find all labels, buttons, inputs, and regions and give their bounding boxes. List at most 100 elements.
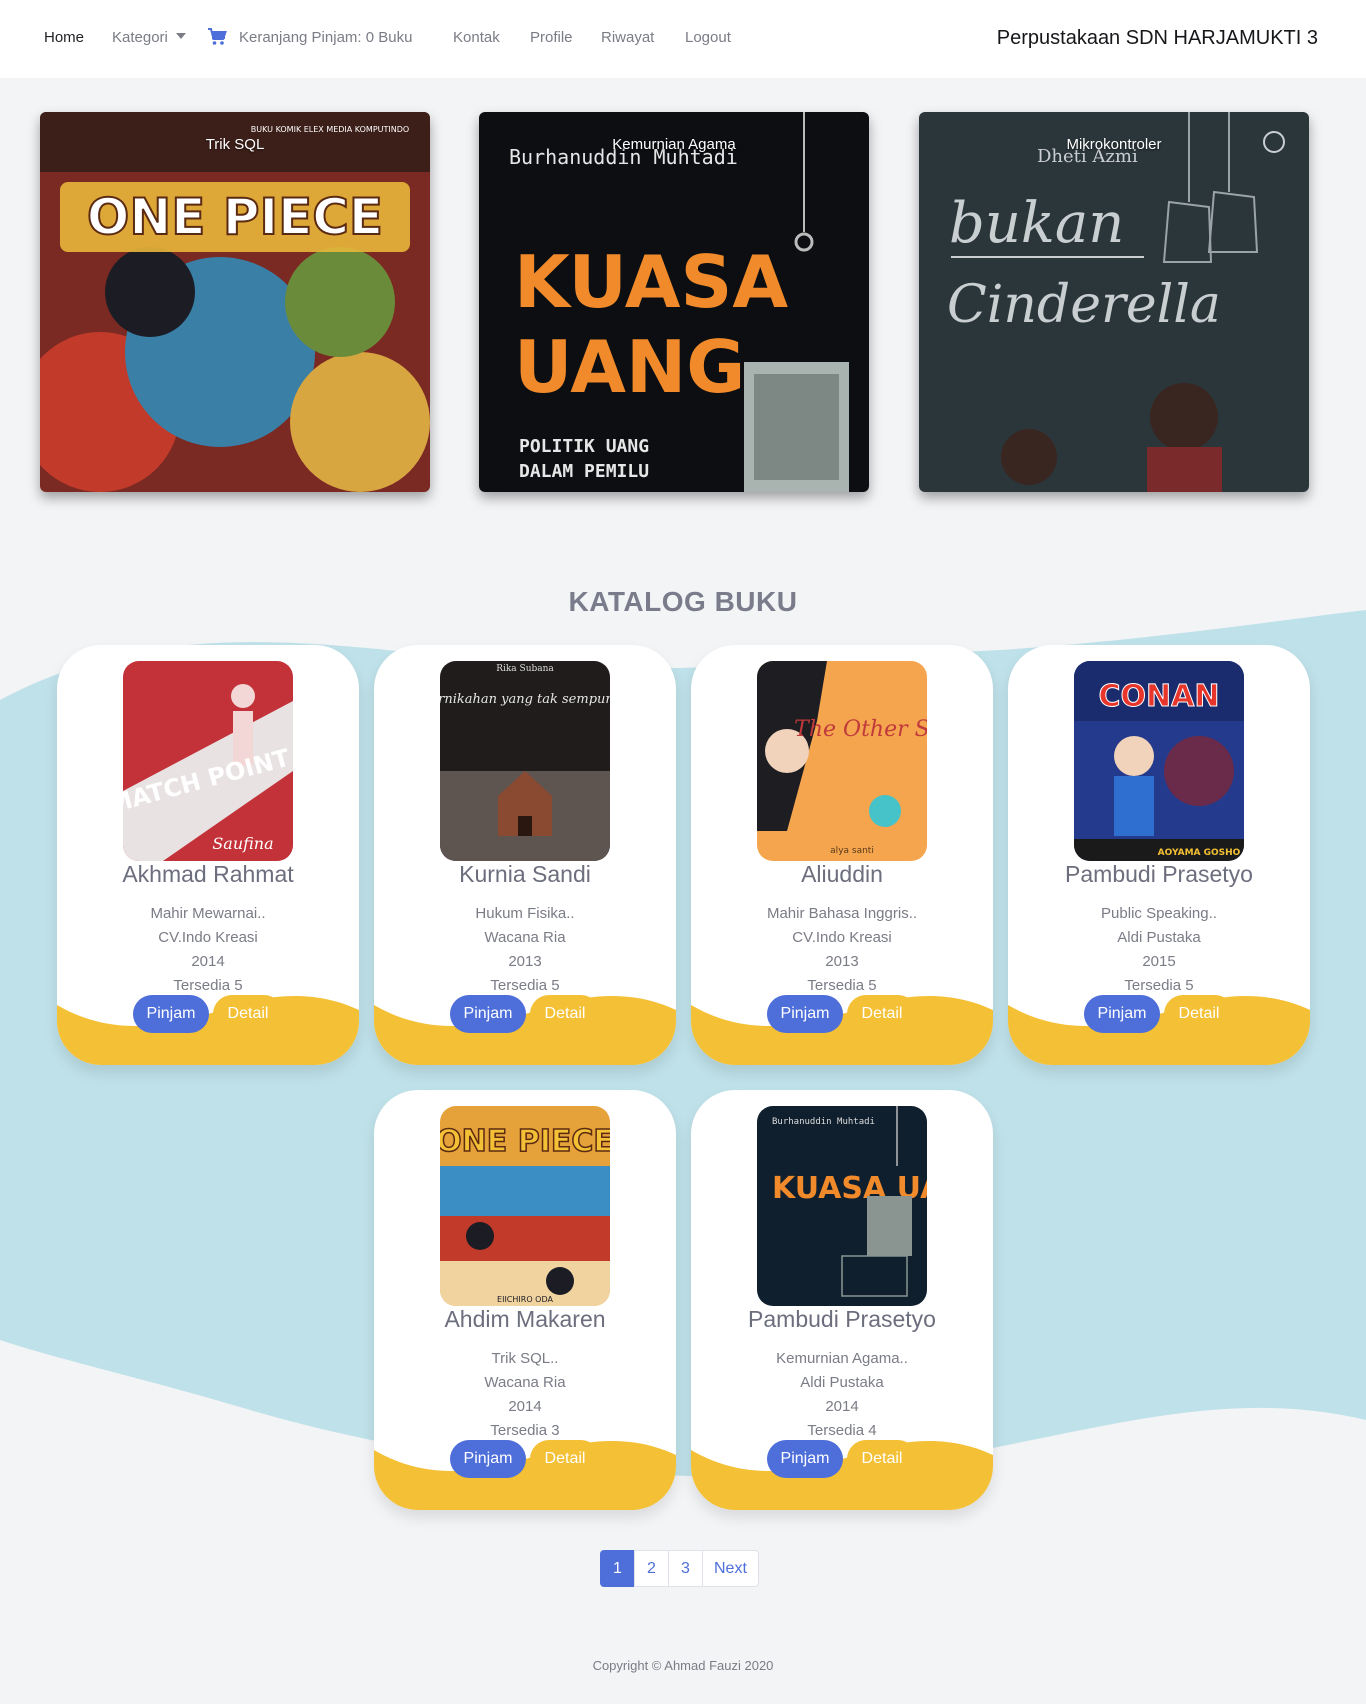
book-author: Kurnia Sandi xyxy=(459,861,591,887)
book-year: 2014 xyxy=(825,1398,859,1415)
pinjam-button[interactable]: Pinjam xyxy=(1084,995,1160,1033)
cover-author: AOYAMA GOSHO xyxy=(1158,848,1241,858)
cover-image: ONE PIECE BUKU KOMIK ELEX MEDIA KOMPUTIN… xyxy=(40,112,430,492)
pinjam-button[interactable]: Pinjam xyxy=(450,1440,526,1478)
next-page-link[interactable]: Next xyxy=(702,1550,759,1587)
cover-subtitle: POLITIK UANG xyxy=(519,436,649,457)
pinjam-button[interactable]: Pinjam xyxy=(133,995,209,1033)
book-year: 2013 xyxy=(825,953,859,970)
card-wave xyxy=(374,995,676,1065)
cover-author: Saufina xyxy=(212,834,273,853)
book-title: Public Speaking.. xyxy=(1101,905,1217,922)
book-card: CONAN AOYAMA GOSHO Pambudi Prasetyo Publ… xyxy=(1008,645,1310,1065)
book-cover[interactable]: MATCH POINT Saufina xyxy=(123,661,293,861)
book-year: 2014 xyxy=(508,1398,542,1415)
book-year: 2013 xyxy=(508,953,542,970)
book-cover[interactable]: CONAN AOYAMA GOSHO xyxy=(1074,661,1244,861)
cover-title-line: KUASA xyxy=(514,240,788,324)
book-card: ONE PIECE EIICHIRO ODA Ahdim Makaren Tri… xyxy=(374,1090,676,1510)
cover-title-line: bukan xyxy=(949,191,1124,256)
book-publisher: CV.Indo Kreasi xyxy=(792,929,892,946)
book-publisher: Wacana Ria xyxy=(484,1374,566,1391)
cover-image: Burhanuddin Muhtadi KUASA UANG POLITIK U… xyxy=(479,112,869,492)
page-2-link[interactable]: 2 xyxy=(634,1550,669,1587)
book-cover[interactable]: The Other Side alya santi xyxy=(757,661,927,861)
cover-title-line: Cinderella xyxy=(947,275,1221,335)
book-title: Hukum Fisika.. xyxy=(475,905,575,922)
carousel-caption: Mikrokontroler xyxy=(1066,136,1162,153)
detail-button[interactable]: Detail xyxy=(530,1440,600,1478)
book-author: Akhmad Rahmat xyxy=(122,861,294,887)
book-title: Mahir Bahasa Inggris.. xyxy=(766,905,918,922)
carousel-slide[interactable]: ONE PIECE BUKU KOMIK ELEX MEDIA KOMPUTIN… xyxy=(40,112,430,492)
pinjam-button[interactable]: Pinjam xyxy=(767,1440,843,1478)
book-publisher: CV.Indo Kreasi xyxy=(158,929,258,946)
cover-title: Pernikahan yang tak sempurna xyxy=(440,692,610,707)
nav-kategori-label: Kategori xyxy=(112,29,168,46)
cover-author: EIICHIRO ODA xyxy=(497,1295,553,1304)
detail-button[interactable]: Detail xyxy=(1164,995,1234,1033)
carousel-slide[interactable]: Dheti Azmi bukan Cinderella Mikrokontrol… xyxy=(919,112,1309,492)
nav-kategori-dropdown[interactable]: Kategori xyxy=(112,29,186,46)
nav-profile[interactable]: Profile xyxy=(530,29,573,46)
cover-author: Rika Subana xyxy=(496,664,554,674)
cover-title: The Other Side xyxy=(794,717,927,742)
card-wave xyxy=(1008,995,1310,1065)
brand-title[interactable]: Perpustakaan SDN HARJAMUKTI 3 xyxy=(997,27,1318,50)
cover-image: Dheti Azmi bukan Cinderella xyxy=(919,112,1309,492)
book-author: Pambudi Prasetyo xyxy=(1065,861,1253,887)
carousel-slide[interactable]: Burhanuddin Muhtadi KUASA UANG POLITIK U… xyxy=(479,112,869,492)
detail-button[interactable]: Detail xyxy=(847,995,917,1033)
carousel-caption: Trik SQL xyxy=(205,136,265,153)
chevron-down-icon xyxy=(175,33,186,39)
book-title: Trik SQL.. xyxy=(491,1350,559,1367)
book-card: Burhanuddin Muhtadi KUASA UANG Pambudi P… xyxy=(691,1090,993,1510)
cover-title: ONE PIECE xyxy=(87,188,383,246)
book-cover[interactable]: Rika Subana Pernikahan yang tak sempurna xyxy=(440,661,610,861)
book-title: Kemurnian Agama.. xyxy=(776,1350,908,1367)
card-wave xyxy=(691,1440,993,1510)
book-publisher: Aldi Pustaka xyxy=(800,1374,884,1391)
navbar: Home Kategori Keranjang Pinjam: 0 Buku K… xyxy=(0,0,1366,78)
page-1-link[interactable]: 1 xyxy=(600,1550,635,1587)
cover-author: alya santi xyxy=(830,846,874,856)
cart-icon[interactable] xyxy=(207,28,227,46)
book-year: 2015 xyxy=(1142,953,1176,970)
book-cover[interactable]: ONE PIECE EIICHIRO ODA xyxy=(440,1106,610,1306)
detail-button[interactable]: Detail xyxy=(213,995,283,1033)
nav-home[interactable]: Home xyxy=(44,29,84,46)
card-wave xyxy=(57,995,359,1065)
carousel-caption: Kemurnian Agama xyxy=(612,136,736,153)
book-author: Pambudi Prasetyo xyxy=(748,1306,936,1332)
pinjam-button[interactable]: Pinjam xyxy=(767,995,843,1033)
detail-button[interactable]: Detail xyxy=(847,1440,917,1478)
cover-subtitle: BUKU KOMIK ELEX MEDIA KOMPUTINDO xyxy=(251,125,409,134)
card-wave xyxy=(691,995,993,1065)
book-title: Mahir Mewarnai.. xyxy=(150,905,266,922)
book-card: MATCH POINT Saufina Akhmad Rahmat Mahir … xyxy=(57,645,359,1065)
book-year: 2014 xyxy=(191,953,225,970)
page-3-link[interactable]: 3 xyxy=(668,1550,703,1587)
cover-title-line: UANG xyxy=(514,325,745,409)
footer-copyright: Copyright © Ahmad Fauzi 2020 xyxy=(592,1658,774,1673)
cover-title: CONAN xyxy=(1099,679,1220,714)
detail-button[interactable]: Detail xyxy=(530,995,600,1033)
nav-cart[interactable]: Keranjang Pinjam: 0 Buku xyxy=(239,29,412,46)
book-author: Aliuddin xyxy=(801,861,883,887)
cover-subtitle: DALAM PEMILU xyxy=(519,461,649,482)
cover-author: Burhanuddin Muhtadi xyxy=(772,1117,875,1127)
nav-kontak[interactable]: Kontak xyxy=(453,29,500,46)
book-card: The Other Side alya santi Aliuddin Mahir… xyxy=(691,645,993,1065)
pagination: 1 2 3 Next xyxy=(600,1550,759,1587)
nav-riwayat[interactable]: Riwayat xyxy=(601,29,654,46)
book-publisher: Aldi Pustaka xyxy=(1117,929,1201,946)
section-title: KATALOG BUKU xyxy=(568,586,798,617)
card-wave xyxy=(374,1440,676,1510)
book-cover[interactable]: Burhanuddin Muhtadi KUASA UANG xyxy=(757,1106,927,1306)
pinjam-button[interactable]: Pinjam xyxy=(450,995,526,1033)
book-publisher: Wacana Ria xyxy=(484,929,566,946)
nav-logout[interactable]: Logout xyxy=(685,29,731,46)
book-author: Ahdim Makaren xyxy=(444,1306,606,1332)
book-card: Rika Subana Pernikahan yang tak sempurna… xyxy=(374,645,676,1065)
cover-title: ONE PIECE xyxy=(440,1124,610,1159)
